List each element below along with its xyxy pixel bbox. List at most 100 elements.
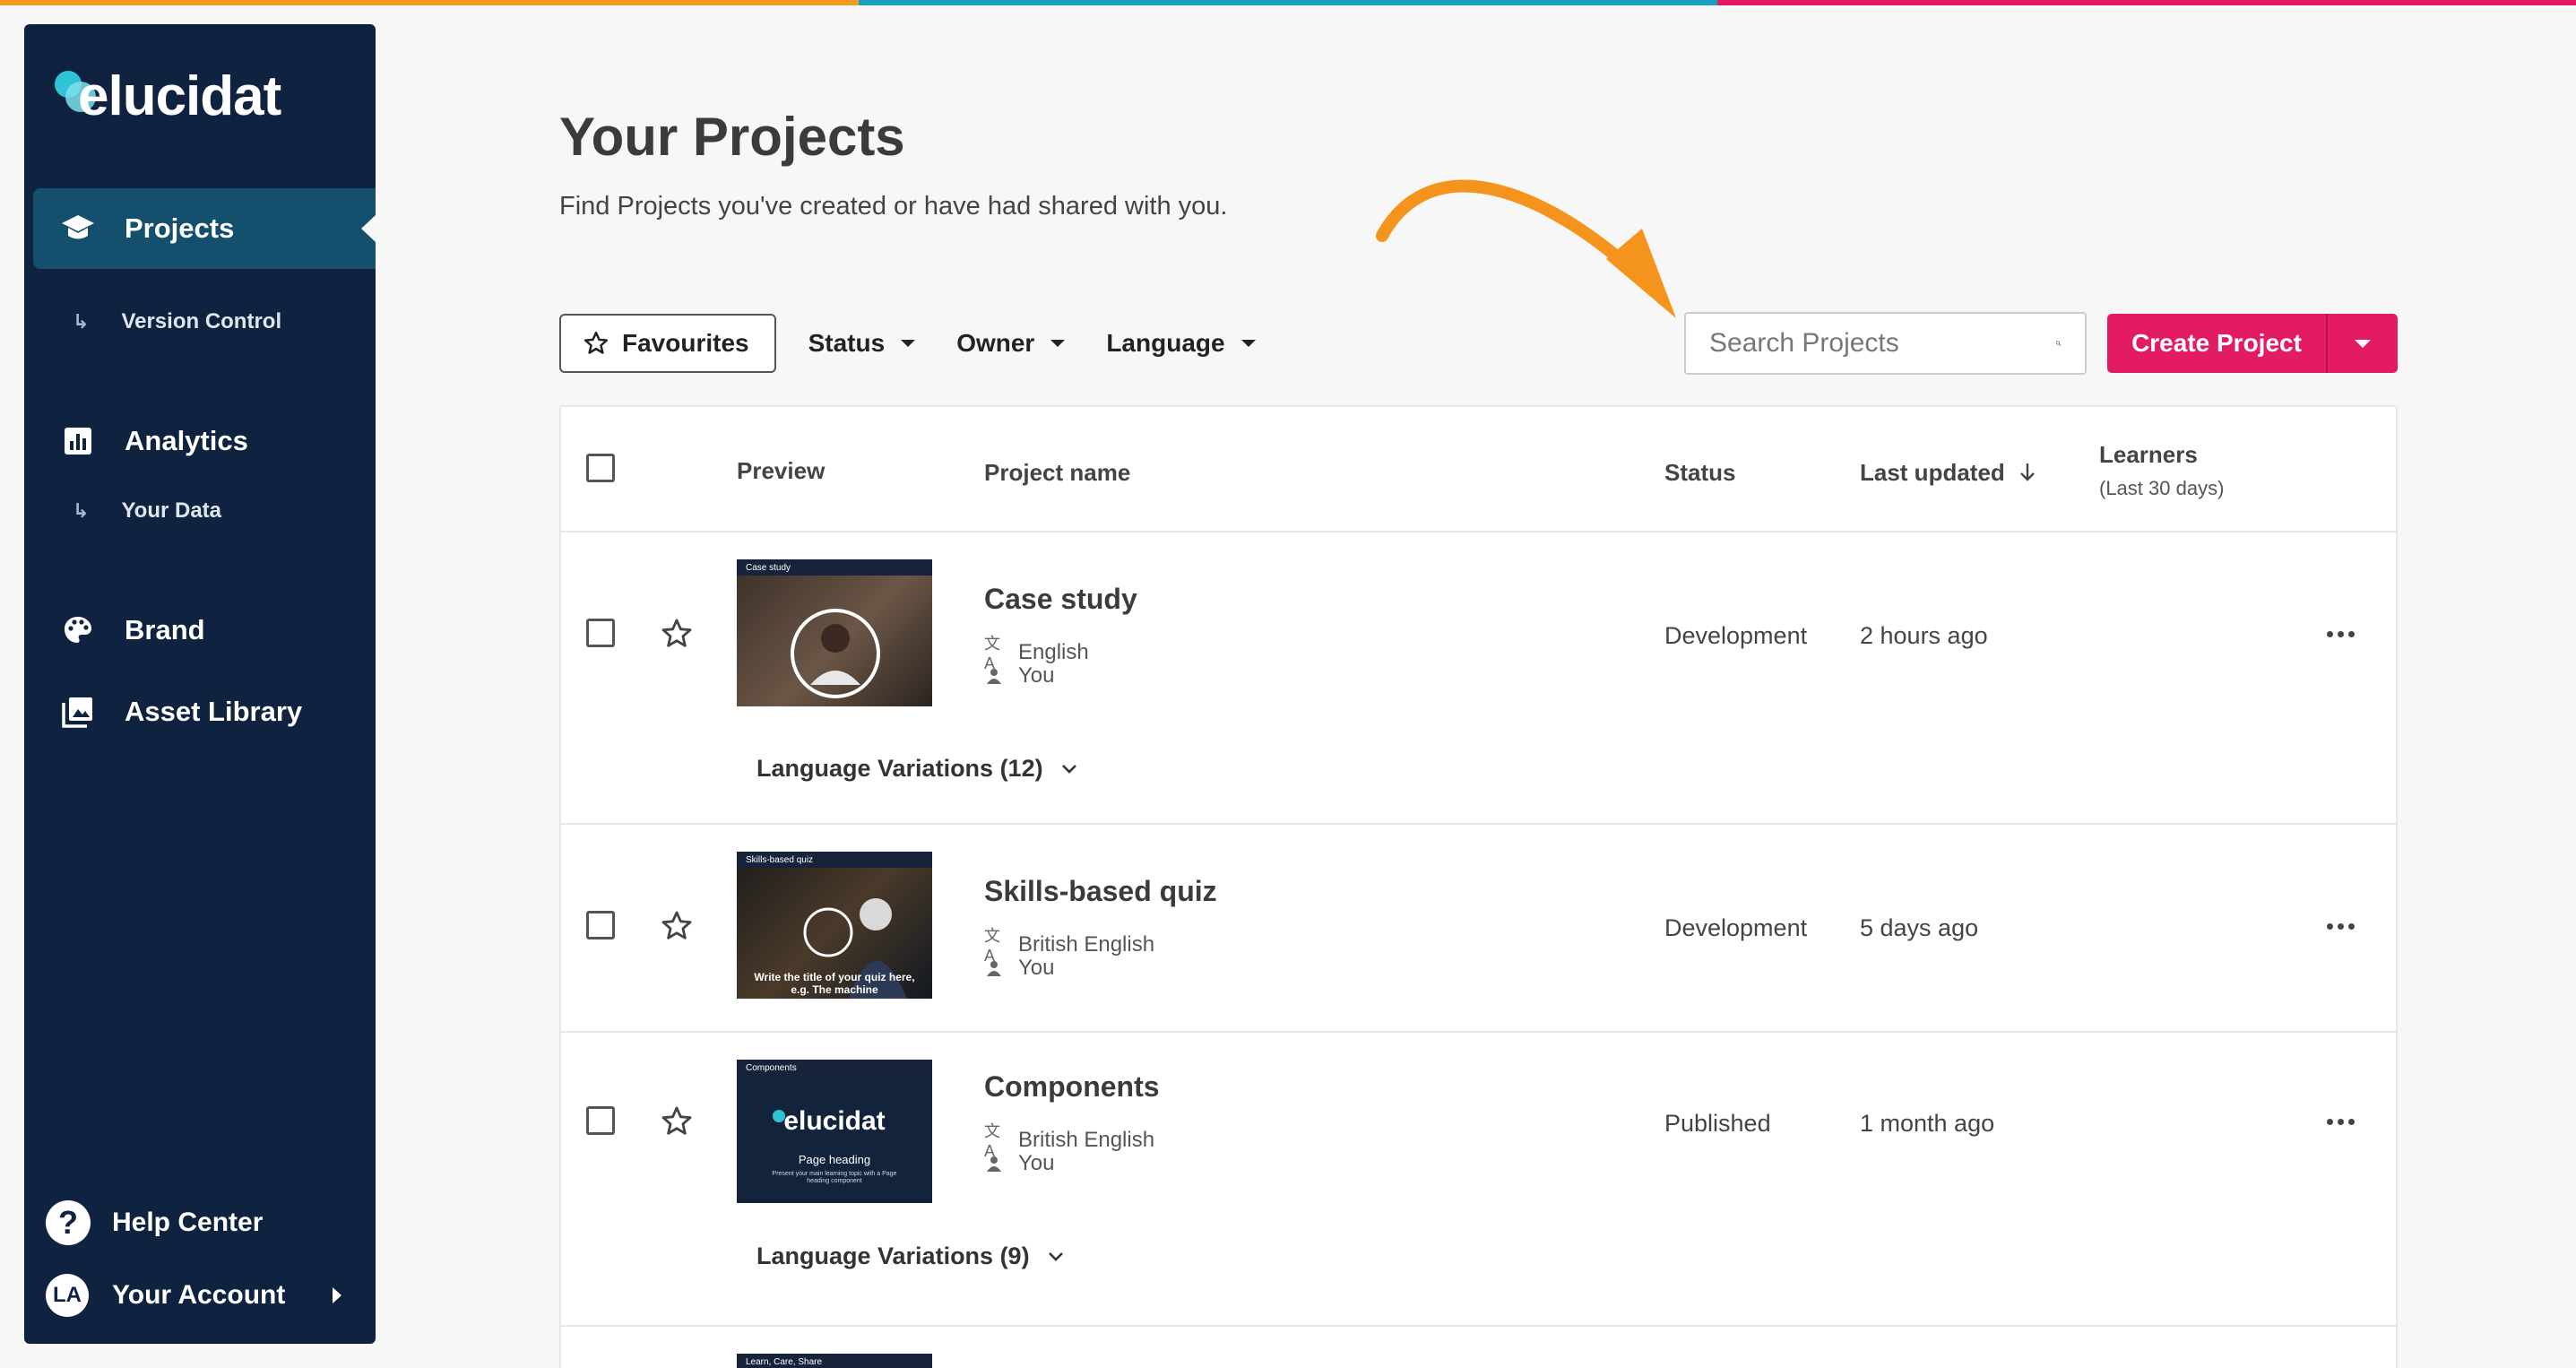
table-row[interactable]: Case study Case study 文A English You Dev… [561,532,2396,825]
project-owner: You [984,1151,1055,1176]
sidebar-item-label: Version Control [121,309,282,333]
status-filter-dropdown[interactable]: Status [808,329,916,358]
table-row[interactable]: Skills-based quiz Write the title of you… [561,825,2396,1033]
sidebar-item-label: Projects [125,212,235,244]
favourite-star-icon[interactable] [660,909,694,943]
person-icon [984,960,1004,976]
page-subtitle: Find Projects you've created or have had… [559,192,1228,221]
project-thumbnail[interactable]: Skills-based quiz Write the title of you… [737,852,932,999]
brand-stripe [0,0,2576,5]
updated-cell: 5 days ago [1860,914,1979,941]
owner-label: You [1018,956,1055,980]
person-icon [984,1156,1004,1172]
language-variations-label: Language Variations (9) [756,1242,1030,1269]
thumbnail-heading: Page heading [798,1153,871,1166]
row-checkbox[interactable] [586,619,615,647]
caret-down-icon [1240,340,1256,347]
sidebar-item-analytics[interactable]: Analytics [33,401,376,481]
favourites-label: Favourites [622,329,749,357]
sub-arrow-icon: ↳ [73,499,90,522]
thumbnail-caption: Present your main learning topic with a … [772,1171,897,1185]
status-filter-label: Status [808,329,886,357]
chevron-down-icon [1061,764,1076,774]
filter-bar: Favourites Status Owner Language [559,314,1256,373]
help-center-link[interactable]: ? Help Center [46,1200,263,1245]
sidebar-item-brand[interactable]: Brand [33,590,376,671]
help-icon: ? [46,1200,91,1245]
person-icon [984,668,1004,684]
status-cell: Development [1664,914,1808,941]
search-box [1684,312,2087,375]
create-project-button[interactable]: Create Project [2107,314,2326,373]
column-header-learners-sub: (Last 30 days) [2099,477,2225,499]
owner-label: You [1018,663,1055,688]
sidebar: elucidat Projects ↳ Version Control Anal… [24,24,376,1344]
column-header-preview: Preview [737,457,826,484]
status-cell: Development [1664,622,1808,649]
favourite-star-icon[interactable] [660,1104,694,1139]
sidebar-item-label: Asset Library [125,696,303,727]
your-account-label: Your Account [112,1280,286,1310]
more-options-icon[interactable] [2327,631,2359,637]
sidebar-item-label: Your Data [121,498,222,523]
language-label: British English [1018,931,1155,957]
sidebar-item-version-control[interactable]: ↳ Version Control [73,309,281,334]
chevron-down-icon [1048,1251,1063,1261]
project-name[interactable]: Skills-based quiz [984,875,1217,908]
search-input[interactable] [1709,328,2055,359]
avatar: LA [46,1274,89,1317]
favourite-star-icon[interactable] [660,617,694,651]
updated-cell: 2 hours ago [1860,622,1988,649]
column-header-last-updated[interactable]: Last updated [1860,459,2036,487]
language-variations-label: Language Variations (12) [756,755,1043,782]
column-header-status[interactable]: Status [1664,459,1735,487]
table-row[interactable]: Learn, Care, Share [561,1327,2396,1368]
sidebar-item-projects[interactable]: Projects [33,188,376,269]
table-header: Preview Project name Status Last updated… [561,407,2396,532]
sidebar-item-your-data[interactable]: ↳ Your Data [73,498,221,524]
project-thumbnail[interactable]: Learn, Care, Share [737,1354,932,1368]
language-variations-toggle[interactable]: Language Variations (9) [756,1242,1064,1270]
create-project-menu-toggle[interactable] [2326,314,2398,373]
projects-table: Preview Project name Status Last updated… [559,405,2398,1368]
more-options-icon[interactable] [2327,1119,2359,1125]
language-filter-dropdown[interactable]: Language [1106,329,1256,358]
owner-filter-dropdown[interactable]: Owner [956,329,1066,358]
favourites-button[interactable]: Favourites [559,314,776,373]
updated-cell: 1 month ago [1860,1110,1995,1137]
status-cell: Published [1664,1110,1771,1137]
sort-arrow-down-icon [2020,463,2035,481]
project-name[interactable]: Components [984,1070,1160,1104]
thumbnail-caption: Write the title of your quiz here, e.g. … [754,971,915,997]
column-header-learners: Learners [2099,441,2198,468]
star-outline-icon [583,331,609,354]
language-variations-toggle[interactable]: Language Variations (12) [756,755,1077,783]
row-checkbox[interactable] [586,1106,615,1135]
thumbnail-label: Components [737,1060,932,1076]
image-library-icon [51,696,105,728]
thumbnail-logo: elucidat [783,1106,886,1136]
select-all-checkbox[interactable] [586,454,615,482]
sidebar-item-asset-library[interactable]: Asset Library [33,671,376,752]
help-center-label: Help Center [112,1208,264,1237]
project-thumbnail[interactable]: Components elucidat Page heading Present… [737,1060,932,1203]
annotation-arrow [1376,179,1676,318]
project-owner: You [984,663,1055,688]
page-title: Your Projects [559,107,905,167]
language-label: British English [1018,1127,1155,1152]
owner-filter-label: Owner [956,329,1035,357]
your-account-menu[interactable]: LA Your Account [46,1274,285,1317]
sidebar-item-label: Brand [125,614,205,645]
table-row[interactable]: Components elucidat Page heading Present… [561,1033,2396,1327]
column-header-project-name[interactable]: Project name [984,459,1130,487]
chevron-right-icon [333,1287,341,1303]
last-updated-label: Last updated [1860,459,2005,486]
search-icon[interactable] [2055,333,2062,353]
more-options-icon[interactable] [2327,923,2359,930]
elucidat-logo[interactable]: elucidat [44,42,331,132]
create-project-split-button: Create Project [2107,314,2398,373]
caret-down-icon [1050,340,1066,347]
row-checkbox[interactable] [586,911,615,939]
project-name[interactable]: Case study [984,583,1137,616]
project-thumbnail[interactable]: Case study [737,559,932,706]
